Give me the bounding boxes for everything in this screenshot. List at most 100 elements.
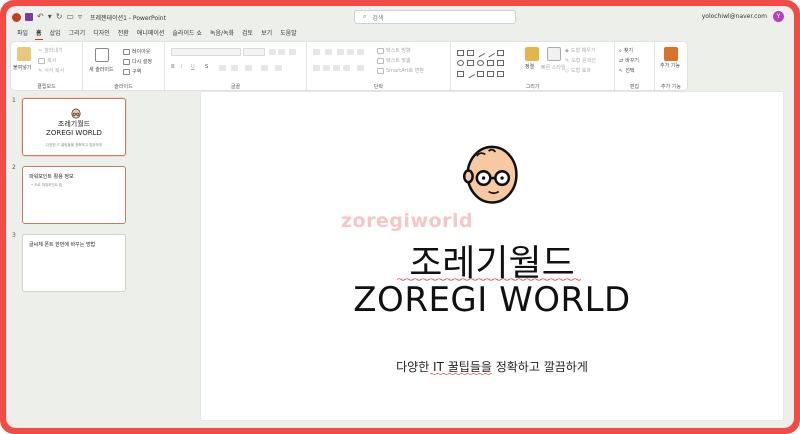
search-placeholder: 검색: [372, 14, 384, 22]
tab-record[interactable]: 녹음/녹화: [206, 28, 238, 40]
undo-icon[interactable]: ↶: [37, 13, 44, 21]
align-right-button[interactable]: [333, 65, 340, 71]
customize-toolbar-icon[interactable]: ▿: [78, 13, 82, 21]
find-button[interactable]: ⌕ 찾기: [619, 47, 633, 55]
addins-group: 추가 기능 추가 기능: [655, 42, 687, 92]
copy-button[interactable]: 복사: [38, 57, 56, 64]
shape-effects-button[interactable]: ◇ 도형 효과: [565, 67, 591, 75]
tab-insert[interactable]: 삽입: [46, 28, 65, 40]
select-button[interactable]: ↖ 선택: [619, 67, 634, 75]
align-text-button[interactable]: 텍스트 맞춤: [377, 57, 411, 64]
more-shapes-icon[interactable]: [497, 70, 504, 77]
italic-button[interactable]: I: [181, 64, 182, 70]
font-color-button[interactable]: [275, 65, 282, 71]
paste-button[interactable]: 붙여넣기: [13, 64, 31, 71]
spacing-button[interactable]: [231, 65, 238, 71]
text-direction-button[interactable]: 텍스트 방향: [377, 47, 411, 54]
line-shape-icon[interactable]: [475, 48, 486, 58]
brace-shape-icon[interactable]: [477, 70, 484, 77]
reset-label: 다시 설정: [132, 59, 152, 65]
arrow-shape-icon[interactable]: [485, 48, 496, 58]
change-case-button[interactable]: [245, 65, 252, 71]
clear-format-button[interactable]: [289, 49, 296, 55]
line-spacing-button[interactable]: [357, 49, 364, 55]
reset-button[interactable]: 다시 설정: [123, 58, 152, 65]
shape-outline-button[interactable]: ✎ 도형 윤곽선: [565, 57, 596, 65]
cut-button[interactable]: ✂ 잘라내기: [38, 47, 63, 55]
tab-transitions[interactable]: 전환: [114, 28, 133, 40]
ribbon: 붙여넣기 ✂ 잘라내기 복사 ✎ 서식 복사 클립보드 새 슬라이드 레이아웃 다시…: [10, 41, 688, 92]
thumbnail-slide-3[interactable]: 글씨체 폰트 한번에 바꾸는 방법: [22, 234, 126, 292]
arrange-button[interactable]: 정렬: [525, 63, 534, 70]
search-input[interactable]: ⌕ 검색: [354, 10, 516, 24]
add-ins-icon[interactable]: [664, 47, 678, 61]
strike-button[interactable]: S: [205, 64, 208, 70]
thumbnail-slide-1[interactable]: 조레기월드 ZOREGI WORLD 다양한 IT 꿀팁들을 정확하고 깔끔하게: [22, 98, 126, 156]
avatar[interactable]: Y: [773, 11, 784, 22]
layout-button[interactable]: 레이아웃: [123, 48, 150, 55]
justify-button[interactable]: [343, 65, 350, 71]
highlight-button[interactable]: [261, 65, 268, 71]
new-slide-icon[interactable]: [95, 48, 109, 62]
increase-indent-button[interactable]: [347, 49, 354, 55]
tab-animations[interactable]: 애니메이션: [133, 28, 169, 40]
align-center-button[interactable]: [323, 65, 330, 71]
rounded-shape-icon[interactable]: [467, 60, 474, 67]
oval-shape-icon[interactable]: [457, 60, 464, 67]
quick-styles-button[interactable]: 빠른 스타일: [541, 64, 566, 71]
grow-font-button[interactable]: [269, 49, 276, 55]
slide-subtitle[interactable]: 다양한 IT 꿀팁들을 정확하고 깔끔하게: [201, 358, 783, 375]
rectangle-shape-icon[interactable]: [457, 50, 464, 56]
tab-help[interactable]: 도움말: [276, 28, 301, 40]
format-painter-button[interactable]: ✎ 서식 복사: [38, 67, 64, 75]
slide-title-english[interactable]: ZOREGI WORLD: [201, 280, 783, 320]
slide-canvas[interactable]: zoregiworld 조레기월드 ZOREGI WORLD 다양한 IT 꿀팁…: [201, 92, 783, 420]
tab-slideshow[interactable]: 슬라이드 쇼: [168, 28, 206, 40]
numbering-button[interactable]: [325, 49, 332, 55]
thumbnail-slide-2[interactable]: 파워포인트 활용 정보 • 프로 파워포인트 팁: [22, 166, 126, 224]
save-icon[interactable]: [25, 13, 33, 21]
tab-home[interactable]: 홈: [32, 28, 46, 40]
callout-shape-icon[interactable]: [457, 70, 464, 77]
underline-button[interactable]: U: [191, 64, 195, 70]
tab-view[interactable]: 보기: [257, 28, 276, 40]
quick-access-toolbar: ↶ ▾ ↻ ▭ ▿: [6, 12, 82, 22]
smartart-icon: [377, 67, 384, 74]
bold-button[interactable]: B: [171, 64, 175, 70]
star-shape-icon[interactable]: [487, 70, 494, 77]
shrink-font-button[interactable]: [278, 49, 285, 55]
tab-design[interactable]: 디자인: [89, 28, 114, 40]
new-slide-button[interactable]: 새 슬라이드: [89, 66, 114, 73]
block-arrow-shape-icon[interactable]: [497, 60, 504, 67]
tab-review[interactable]: 검토: [238, 28, 257, 40]
tab-file[interactable]: 파일: [13, 28, 32, 40]
shadow-button[interactable]: [219, 65, 226, 71]
shape-fill-button[interactable]: ◆ 도형 채우기: [565, 47, 595, 55]
present-icon[interactable]: ▭: [66, 13, 74, 21]
thumbnail-heading: 글씨체 폰트 한번에 바꾸는 방법: [29, 242, 96, 248]
thumbnail-bullet: • 프로 파워포인트 팁: [31, 183, 63, 187]
bullets-button[interactable]: [313, 49, 320, 55]
add-ins-button[interactable]: 추가 기능: [660, 63, 682, 69]
decrease-indent-button[interactable]: [337, 49, 344, 55]
curve-shape-icon[interactable]: [465, 69, 476, 79]
smartart-button[interactable]: SmartArt로 변환: [377, 67, 424, 74]
tab-draw[interactable]: 그리기: [65, 28, 90, 40]
shapes-gallery[interactable]: [457, 48, 507, 79]
quick-styles-icon[interactable]: [547, 47, 561, 61]
paste-icon[interactable]: [17, 47, 31, 61]
undo-dropdown-icon[interactable]: ▾: [48, 13, 52, 21]
section-button[interactable]: 구역: [123, 68, 141, 75]
circle-shape-icon[interactable]: [477, 60, 484, 67]
replace-button[interactable]: ⇄ 바꾸기: [619, 57, 639, 65]
account-area[interactable]: yolochiwl@naver.com Y: [702, 11, 784, 22]
align-left-button[interactable]: [313, 65, 320, 71]
font-size-select[interactable]: [243, 48, 265, 56]
textbox-shape-icon[interactable]: [467, 50, 474, 56]
triangle-shape-icon[interactable]: [487, 60, 494, 67]
font-name-select[interactable]: [171, 48, 241, 56]
columns-button[interactable]: [357, 65, 364, 71]
redo-icon[interactable]: ↻: [56, 13, 63, 21]
square-shape-icon[interactable]: [497, 50, 504, 56]
arrange-icon[interactable]: [525, 47, 539, 61]
